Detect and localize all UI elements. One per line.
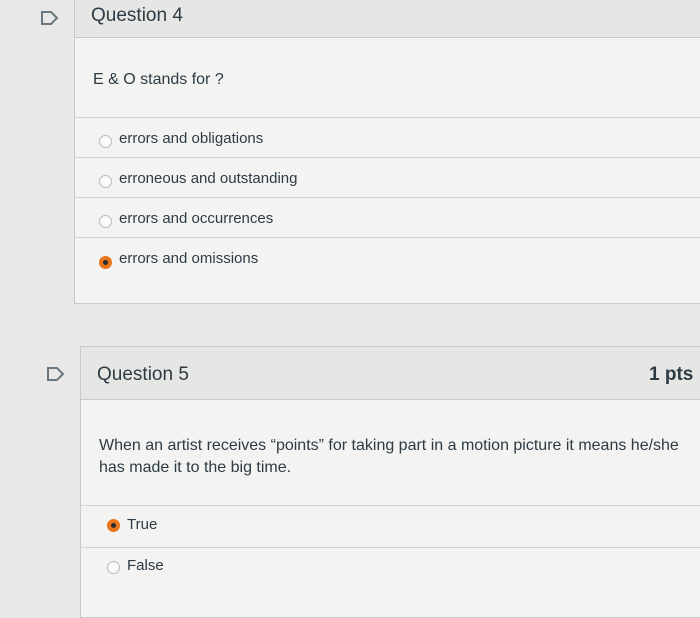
question-4-title: Question 4 [91, 5, 183, 26]
question-5-title: Question 5 [97, 364, 189, 385]
radio-button-selected[interactable] [99, 256, 112, 269]
answer-label[interactable]: True [127, 516, 157, 533]
answer-option-false[interactable]: False [81, 547, 700, 588]
radio-button[interactable] [99, 175, 112, 188]
answer-label[interactable]: erroneous and outstanding [119, 170, 297, 187]
answer-label[interactable]: errors and omissions [119, 250, 258, 267]
answer-label[interactable]: errors and occurrences [119, 210, 273, 227]
flag-question-icon[interactable] [40, 10, 60, 26]
answer-option-true-selected[interactable]: True [81, 505, 700, 546]
radio-button[interactable] [99, 135, 112, 148]
question-5-text: When an artist receives “points” for tak… [99, 437, 679, 476]
answer-option-2[interactable]: erroneous and outstanding [75, 157, 700, 194]
answer-label[interactable]: False [127, 557, 164, 574]
answer-option-3[interactable]: errors and occurrences [75, 197, 700, 234]
radio-button[interactable] [107, 561, 120, 574]
radio-button-selected[interactable] [107, 519, 120, 532]
answer-label[interactable]: errors and obligations [119, 130, 263, 147]
question-5-card: Question 5 1 pts When an artist receives… [80, 346, 700, 618]
question-4-text: E & O stands for ? [93, 71, 224, 88]
question-4-header: Question 4 [75, 0, 700, 38]
answer-option-1[interactable]: errors and obligations [75, 117, 700, 154]
question-5-header: Question 5 1 pts [81, 347, 700, 400]
question-points: 1 pts [649, 364, 694, 385]
question-4-card: Question 4 E & O stands for ? errors and… [74, 0, 700, 304]
radio-button[interactable] [99, 215, 112, 228]
flag-question-icon[interactable] [46, 366, 66, 382]
answer-option-4-selected[interactable]: errors and omissions [75, 237, 700, 274]
